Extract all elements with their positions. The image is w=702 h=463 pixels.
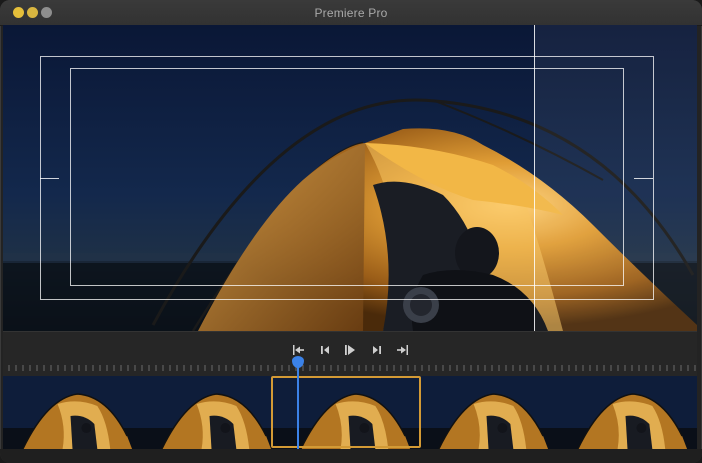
clip-thumbnail[interactable] [419, 376, 559, 449]
playhead-line[interactable] [297, 361, 299, 463]
go-to-out-point-icon [397, 345, 408, 355]
time-ruler[interactable] [3, 363, 697, 373]
play-button[interactable] [341, 341, 359, 359]
clip-thumbnail[interactable] [3, 376, 143, 449]
clip-thumbnail[interactable] [558, 376, 697, 449]
step-back-icon [321, 346, 329, 354]
center-mark-right [634, 178, 653, 179]
vertical-guide-line[interactable] [534, 25, 535, 331]
clip-filmstrip[interactable] [3, 376, 697, 449]
step-forward-button[interactable] [367, 341, 385, 359]
title-safe-guide [70, 68, 624, 286]
step-forward-icon [373, 346, 381, 354]
selected-clip-frame[interactable] [271, 376, 421, 448]
program-monitor[interactable] [3, 25, 697, 331]
step-back-button[interactable] [317, 341, 335, 359]
play-icon [345, 345, 355, 355]
window-title: Premiere Pro [314, 6, 388, 20]
transport-controls [3, 331, 697, 377]
window-bottom-edge [0, 449, 702, 463]
premiere-window: Premiere Pro [0, 0, 702, 463]
go-to-in-point-icon [293, 345, 304, 355]
center-mark-left [40, 178, 59, 179]
transport-bar [3, 341, 697, 359]
clip-thumbnail[interactable] [142, 376, 282, 449]
title-bar: Premiere Pro [0, 0, 702, 26]
go-to-out-point-button[interactable] [393, 341, 411, 359]
